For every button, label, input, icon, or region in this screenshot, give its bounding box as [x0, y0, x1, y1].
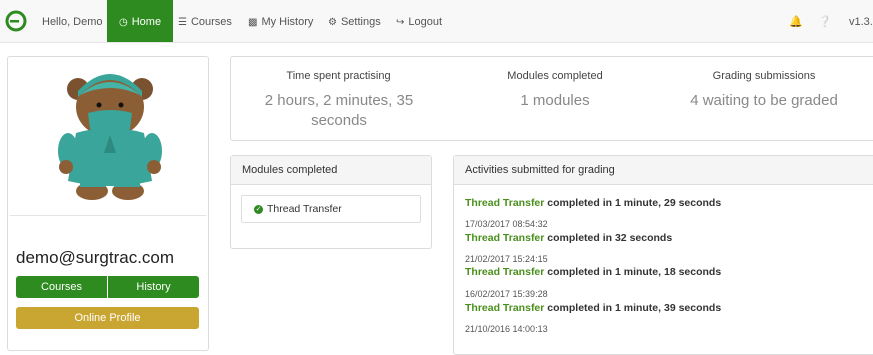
logout-icon: ↪	[396, 17, 405, 28]
activity-item: Thread Transfer completed in 1 minute, 3…	[465, 302, 722, 314]
activity-date: 17/03/2017 08:54:32	[465, 219, 548, 229]
bell-icon[interactable]: 🔔	[789, 0, 803, 42]
user-email: demo@surgtrac.com	[16, 248, 175, 267]
nav-courses[interactable]: ☰ Courses	[178, 0, 232, 42]
activity-module-link[interactable]: Thread Transfer	[465, 197, 544, 209]
activity-date: 21/10/2016 14:00:13	[465, 324, 548, 334]
stat-grading-value: 4 waiting to be graded	[690, 92, 838, 109]
activity-date: 16/02/2017 15:39:28	[465, 289, 548, 299]
activity-module-link[interactable]: Thread Transfer	[465, 302, 544, 314]
stat-modules-label: Modules completed	[507, 70, 603, 82]
modules-completed-panel: Modules completed ✓ Thread Transfer	[230, 155, 432, 249]
activities-panel-title: Activities submitted for grading	[454, 156, 873, 185]
nav-settings[interactable]: ⚙ Settings	[328, 0, 381, 42]
clock-icon: ◷	[119, 17, 128, 28]
activity-item: Thread Transfer completed in 1 minute, 1…	[465, 266, 722, 278]
nav-logout[interactable]: ↪ Logout	[396, 0, 442, 42]
activity-module-link[interactable]: Thread Transfer	[465, 232, 544, 244]
activity-item: Thread Transfer completed in 1 minute, 2…	[465, 197, 722, 209]
courses-button[interactable]: Courses	[16, 276, 107, 298]
stats-card: Time spent practising 2 hours, 2 minutes…	[230, 56, 873, 141]
avatar	[58, 74, 162, 200]
module-list-item[interactable]: ✓ Thread Transfer	[241, 195, 421, 223]
stat-time-value: 2 hours, 2 minutes, 35 seconds	[264, 92, 414, 129]
top-navbar: Hello, Demo ◷ Home ☰ Courses ▩ My History ⚙…	[0, 0, 873, 43]
help-icon[interactable]: ❔	[818, 0, 832, 42]
greeting-text: Hello, Demo	[42, 16, 103, 28]
activities-panel: Activities submitted for grading Thread …	[453, 155, 873, 355]
stat-modules-value: 1 modules	[520, 92, 590, 109]
divider	[10, 215, 206, 216]
activity-item: Thread Transfer completed in 32 seconds	[465, 232, 673, 244]
modules-panel-title: Modules completed	[231, 156, 431, 185]
stat-grading-label: Grading submissions	[712, 70, 816, 82]
activity-date: 21/02/2017 15:24:15	[465, 254, 548, 264]
online-profile-button[interactable]: Online Profile	[16, 307, 199, 329]
history-button[interactable]: History	[108, 276, 199, 298]
list-icon: ☰	[178, 17, 187, 28]
app-logo-icon[interactable]	[5, 10, 27, 32]
check-circle-icon: ✓	[254, 204, 263, 214]
gear-icon: ⚙	[328, 17, 337, 28]
version-label: v1.3.0	[849, 16, 873, 28]
activity-module-link[interactable]: Thread Transfer	[465, 266, 544, 278]
nav-home[interactable]: ◷ Home	[107, 0, 174, 42]
nav-my-history[interactable]: ▩ My History	[248, 0, 313, 42]
stat-time-label: Time spent practising	[286, 70, 391, 82]
bar-chart-icon: ▩	[248, 17, 258, 28]
